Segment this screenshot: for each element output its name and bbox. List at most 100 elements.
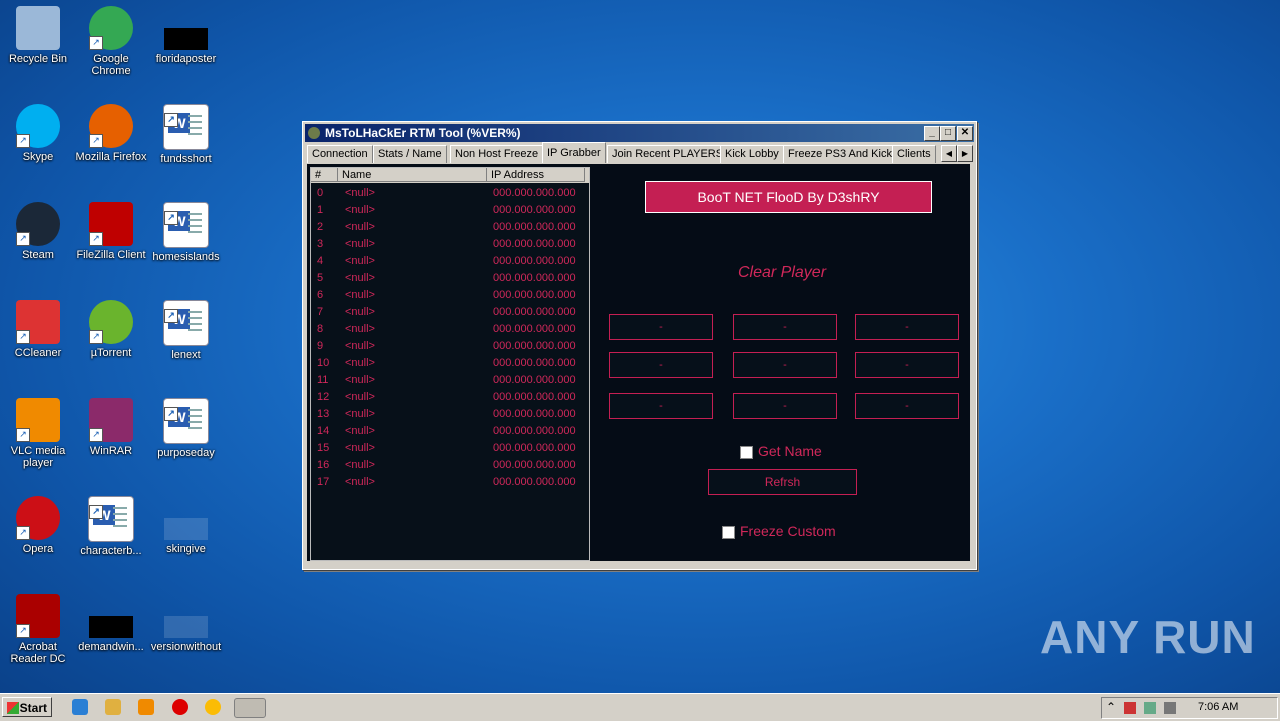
- row-index: 10: [317, 357, 330, 369]
- desktop-icon[interactable]: W ↗ fundsshort: [148, 104, 224, 165]
- tab-scroll-left-icon[interactable]: ◀: [941, 145, 957, 162]
- desktop-icon[interactable]: ↗ Opera: [0, 496, 76, 555]
- list-row[interactable]: 4 <null> 000.000.000.000: [311, 253, 587, 270]
- row-ip: 000.000.000.000: [493, 187, 576, 199]
- media-player-icon[interactable]: [138, 699, 154, 715]
- list-row[interactable]: 16 <null> 000.000.000.000: [311, 457, 587, 474]
- player-list[interactable]: # Name IP Address 0 <null> 000.000.000.000…: [310, 167, 590, 561]
- chrome-taskbar-icon[interactable]: [205, 699, 221, 715]
- word-doc-icon: W ↗: [163, 202, 209, 248]
- col-name-header[interactable]: Name: [338, 168, 487, 182]
- desktop-icon[interactable]: ↗ CCleaner: [0, 300, 76, 359]
- list-row[interactable]: 13 <null> 000.000.000.000: [311, 406, 587, 423]
- boot-net-flood-button[interactable]: BooT NET FlooD By D3shRY: [645, 181, 932, 213]
- col-ip-header[interactable]: IP Address: [487, 168, 585, 182]
- list-row[interactable]: 3 <null> 000.000.000.000: [311, 236, 587, 253]
- desktop-icon[interactable]: W ↗ characterb...: [73, 496, 149, 557]
- get-name-checkbox[interactable]: [740, 446, 753, 459]
- list-row[interactable]: 11 <null> 000.000.000.000: [311, 372, 587, 389]
- rtm-tool-taskbar-button[interactable]: [234, 698, 266, 718]
- clock[interactable]: 7:06 AM: [1198, 701, 1238, 713]
- refresh-button[interactable]: Refrsh: [708, 469, 857, 495]
- tray-expand-icon[interactable]: ⌃: [1106, 700, 1116, 714]
- list-row[interactable]: 9 <null> 000.000.000.000: [311, 338, 587, 355]
- list-row[interactable]: 1 <null> 000.000.000.000: [311, 202, 587, 219]
- list-row[interactable]: 2 <null> 000.000.000.000: [311, 219, 587, 236]
- row-index: 8: [317, 323, 324, 335]
- player-field-7[interactable]: -: [609, 393, 713, 419]
- list-row[interactable]: 7 <null> 000.000.000.000: [311, 304, 587, 321]
- tab-connection[interactable]: Connection: [307, 145, 373, 163]
- tab-clients[interactable]: Clients: [892, 145, 936, 163]
- desktop-icon[interactable]: ↗ VLC media player: [0, 398, 76, 469]
- list-row[interactable]: 6 <null> 000.000.000.000: [311, 287, 587, 304]
- freeze-custom-checkbox[interactable]: [722, 526, 735, 539]
- player-field-1[interactable]: -: [609, 314, 713, 340]
- desktop-icon[interactable]: W ↗ lenext: [148, 300, 224, 361]
- row-ip: 000.000.000.000: [493, 476, 576, 488]
- row-name: <null>: [345, 255, 375, 267]
- player-field-2[interactable]: -: [733, 314, 837, 340]
- row-index: 17: [317, 476, 330, 488]
- opera-icon: ↗: [16, 496, 60, 540]
- action-center-icon[interactable]: [1124, 702, 1136, 714]
- tab-kick-lobby[interactable]: Kick Lobby: [720, 145, 784, 163]
- desktop-icon[interactable]: ↗ Skype: [0, 104, 76, 163]
- player-field-6[interactable]: -: [855, 352, 959, 378]
- tab-freeze-ps3-and-kick[interactable]: Freeze PS3 And Kick: [783, 145, 897, 163]
- desktop-icon[interactable]: ↗ Acrobat Reader DC: [0, 594, 76, 665]
- maximize-button[interactable]: □: [940, 126, 956, 141]
- row-name: <null>: [345, 425, 375, 437]
- desktop-icon[interactable]: ↗ Google Chrome: [73, 6, 149, 77]
- col-index-header[interactable]: #: [311, 168, 338, 182]
- desktop-icon[interactable]: floridaposter: [148, 6, 224, 65]
- skype-icon: ↗: [16, 104, 60, 148]
- tab-scroll-right-icon[interactable]: ▶: [957, 145, 973, 162]
- ie-icon[interactable]: [72, 699, 88, 715]
- desktop-icon[interactable]: demandwin...: [73, 594, 149, 653]
- desktop-icon[interactable]: versionwithout: [148, 594, 224, 653]
- utorrent-icon: ↗: [89, 300, 133, 344]
- list-row[interactable]: 8 <null> 000.000.000.000: [311, 321, 587, 338]
- row-ip: 000.000.000.000: [493, 272, 576, 284]
- close-button[interactable]: ✕: [957, 126, 973, 141]
- desktop-icon-label: purposeday: [157, 447, 215, 459]
- explorer-icon[interactable]: [105, 699, 121, 715]
- desktop-icon-label: µTorrent: [90, 347, 132, 359]
- opera-taskbar-icon[interactable]: [172, 699, 188, 715]
- list-row[interactable]: 5 <null> 000.000.000.000: [311, 270, 587, 287]
- desktop-icon[interactable]: W ↗ homesislands: [148, 202, 224, 263]
- desktop-icon[interactable]: ↗ Steam: [0, 202, 76, 261]
- network-icon[interactable]: [1144, 702, 1156, 714]
- row-name: <null>: [345, 306, 375, 318]
- desktop-icon[interactable]: skingive: [148, 496, 224, 555]
- start-button[interactable]: Start: [2, 697, 52, 717]
- list-row[interactable]: 0 <null> 000.000.000.000: [311, 185, 587, 202]
- tab-stats-name[interactable]: Stats / Name: [373, 145, 447, 163]
- desktop-icon-label: Google Chrome: [91, 53, 131, 77]
- desktop-icon[interactable]: ↗ FileZilla Client: [73, 202, 149, 261]
- list-row[interactable]: 17 <null> 000.000.000.000: [311, 474, 587, 491]
- tab-join-recent-players[interactable]: Join Recent PLAYERS: [607, 145, 729, 163]
- tab-ip-grabber[interactable]: IP Grabber: [542, 142, 606, 163]
- minimize-button[interactable]: _: [924, 126, 940, 141]
- player-field-5[interactable]: -: [733, 352, 837, 378]
- player-field-9[interactable]: -: [855, 393, 959, 419]
- list-row[interactable]: 14 <null> 000.000.000.000: [311, 423, 587, 440]
- volume-icon[interactable]: [1164, 702, 1176, 714]
- window-titlebar[interactable]: MsToLHaCkEr RTM Tool (%VER%) _ □ ✕: [305, 124, 974, 142]
- system-tray: ⌃ 7:06 AM: [1101, 697, 1278, 719]
- desktop-icon[interactable]: Recycle Bin: [0, 6, 76, 65]
- desktop-icon[interactable]: ↗ Mozilla Firefox: [73, 104, 149, 163]
- list-row[interactable]: 15 <null> 000.000.000.000: [311, 440, 587, 457]
- list-row[interactable]: 10 <null> 000.000.000.000: [311, 355, 587, 372]
- desktop-icon[interactable]: ↗ µTorrent: [73, 300, 149, 359]
- player-field-4[interactable]: -: [609, 352, 713, 378]
- list-row[interactable]: 12 <null> 000.000.000.000: [311, 389, 587, 406]
- desktop-icon[interactable]: W ↗ purposeday: [148, 398, 224, 459]
- player-field-3[interactable]: -: [855, 314, 959, 340]
- tab-non-host-freeze[interactable]: Non Host Freeze: [450, 145, 544, 163]
- get-name-label: Get Name: [758, 443, 822, 459]
- player-field-8[interactable]: -: [733, 393, 837, 419]
- desktop-icon[interactable]: ↗ WinRAR: [73, 398, 149, 457]
